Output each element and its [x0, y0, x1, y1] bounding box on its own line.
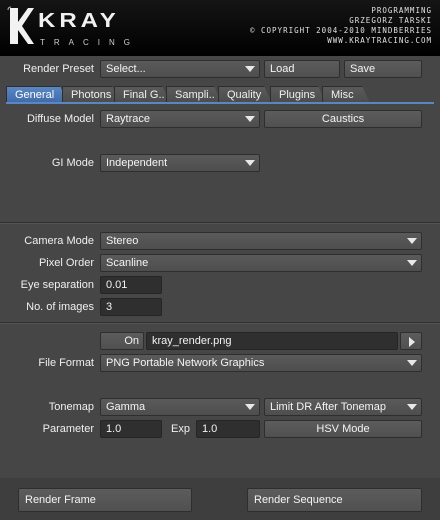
chevron-down-icon — [407, 238, 417, 244]
section-divider — [0, 222, 440, 224]
pixel-order-dropdown[interactable]: Scanline — [100, 254, 422, 272]
credits-line: WWW.KRAYTRACING.COM — [327, 36, 432, 45]
output-toggle-button[interactable]: On — [100, 332, 144, 350]
render-preset-value: Select... — [106, 63, 146, 75]
chevron-down-icon — [245, 160, 255, 166]
file-format-dropdown[interactable]: PNG Portable Network Graphics — [100, 354, 422, 372]
camera-mode-dropdown[interactable]: Stereo — [100, 232, 422, 250]
tab-photons[interactable]: Photons — [62, 86, 120, 103]
tonemap-dropdown[interactable]: Gamma — [100, 398, 260, 416]
tab-underline — [6, 102, 434, 104]
file-format-value: PNG Portable Network Graphics — [106, 357, 265, 369]
chevron-down-icon — [407, 404, 417, 410]
gi-mode-label: GI Mode — [51, 157, 94, 169]
diffuse-model-label: Diffuse Model — [26, 113, 94, 125]
credits-line: © COPYRIGHT 2004-2010 MINDBERRIES — [249, 26, 432, 35]
diffuse-model-value: Raytrace — [106, 113, 151, 125]
tab-quality[interactable]: Quality — [218, 86, 272, 103]
render-preset-label: Render Preset — [23, 63, 94, 75]
credits-block: PROGRAMMING GRZEGORZ TARSKI © COPYRIGHT … — [250, 6, 432, 46]
browse-button[interactable] — [400, 332, 422, 350]
tab-plugins[interactable]: Plugins — [270, 86, 326, 103]
num-images-field[interactable]: 3 — [100, 298, 162, 316]
exp-label: Exp — [171, 423, 190, 435]
tab-final-gather[interactable]: Final G.. — [114, 86, 170, 103]
tonemap-label: Tonemap — [48, 401, 94, 413]
chevron-down-icon — [245, 116, 255, 122]
play-arrow-icon — [409, 337, 415, 347]
hsv-mode-button[interactable]: HSV Mode — [264, 420, 422, 438]
logo-subtitle: TRACING — [40, 38, 139, 47]
eye-separation-label: Eye separation — [20, 279, 94, 291]
limit-dr-value: Limit DR After Tonemap — [270, 401, 386, 413]
load-button[interactable]: Load — [264, 60, 340, 78]
gi-mode-dropdown[interactable]: Independent — [100, 154, 260, 172]
limit-dr-dropdown[interactable]: Limit DR After Tonemap — [264, 398, 422, 416]
chevron-down-icon — [245, 404, 255, 410]
render-preset-dropdown[interactable]: Select... — [100, 60, 260, 78]
header-banner: KRAY TRACING PROGRAMMING GRZEGORZ TARSKI… — [0, 0, 440, 56]
tab-general[interactable]: General — [6, 86, 68, 103]
render-sequence-button[interactable]: Render Sequence — [247, 488, 422, 512]
logo-text: KRAY — [38, 9, 120, 32]
tab-misc[interactable]: Misc — [322, 86, 370, 103]
parameter-field[interactable]: 1.0 — [100, 420, 162, 438]
eye-separation-field[interactable]: 0.01 — [100, 276, 162, 294]
kray-logo-icon — [7, 6, 34, 44]
gi-mode-value: Independent — [106, 157, 168, 169]
num-images-label: No. of images — [26, 301, 94, 313]
save-button[interactable]: Save — [344, 60, 422, 78]
render-frame-button[interactable]: Render Frame — [18, 488, 192, 512]
pixel-order-value: Scanline — [106, 257, 149, 269]
chevron-down-icon — [407, 260, 417, 266]
caustics-button[interactable]: Caustics — [264, 110, 422, 128]
camera-mode-value: Stereo — [106, 235, 139, 247]
tonemap-value: Gamma — [106, 401, 146, 413]
exp-field[interactable]: 1.0 — [196, 420, 260, 438]
tab-sampling[interactable]: Sampli.. — [166, 86, 222, 103]
chevron-down-icon — [245, 66, 255, 72]
chevron-down-icon — [407, 360, 417, 366]
file-format-label: File Format — [38, 357, 94, 369]
output-filename-field[interactable]: kray_render.png — [146, 332, 398, 350]
diffuse-model-dropdown[interactable]: Raytrace — [100, 110, 260, 128]
parameter-label: Parameter — [42, 423, 94, 435]
section-divider — [0, 322, 440, 324]
camera-mode-label: Camera Mode — [24, 235, 94, 247]
credits-line: PROGRAMMING — [371, 6, 432, 15]
pixel-order-label: Pixel Order — [38, 257, 94, 269]
credits-line: GRZEGORZ TARSKI — [349, 16, 432, 25]
